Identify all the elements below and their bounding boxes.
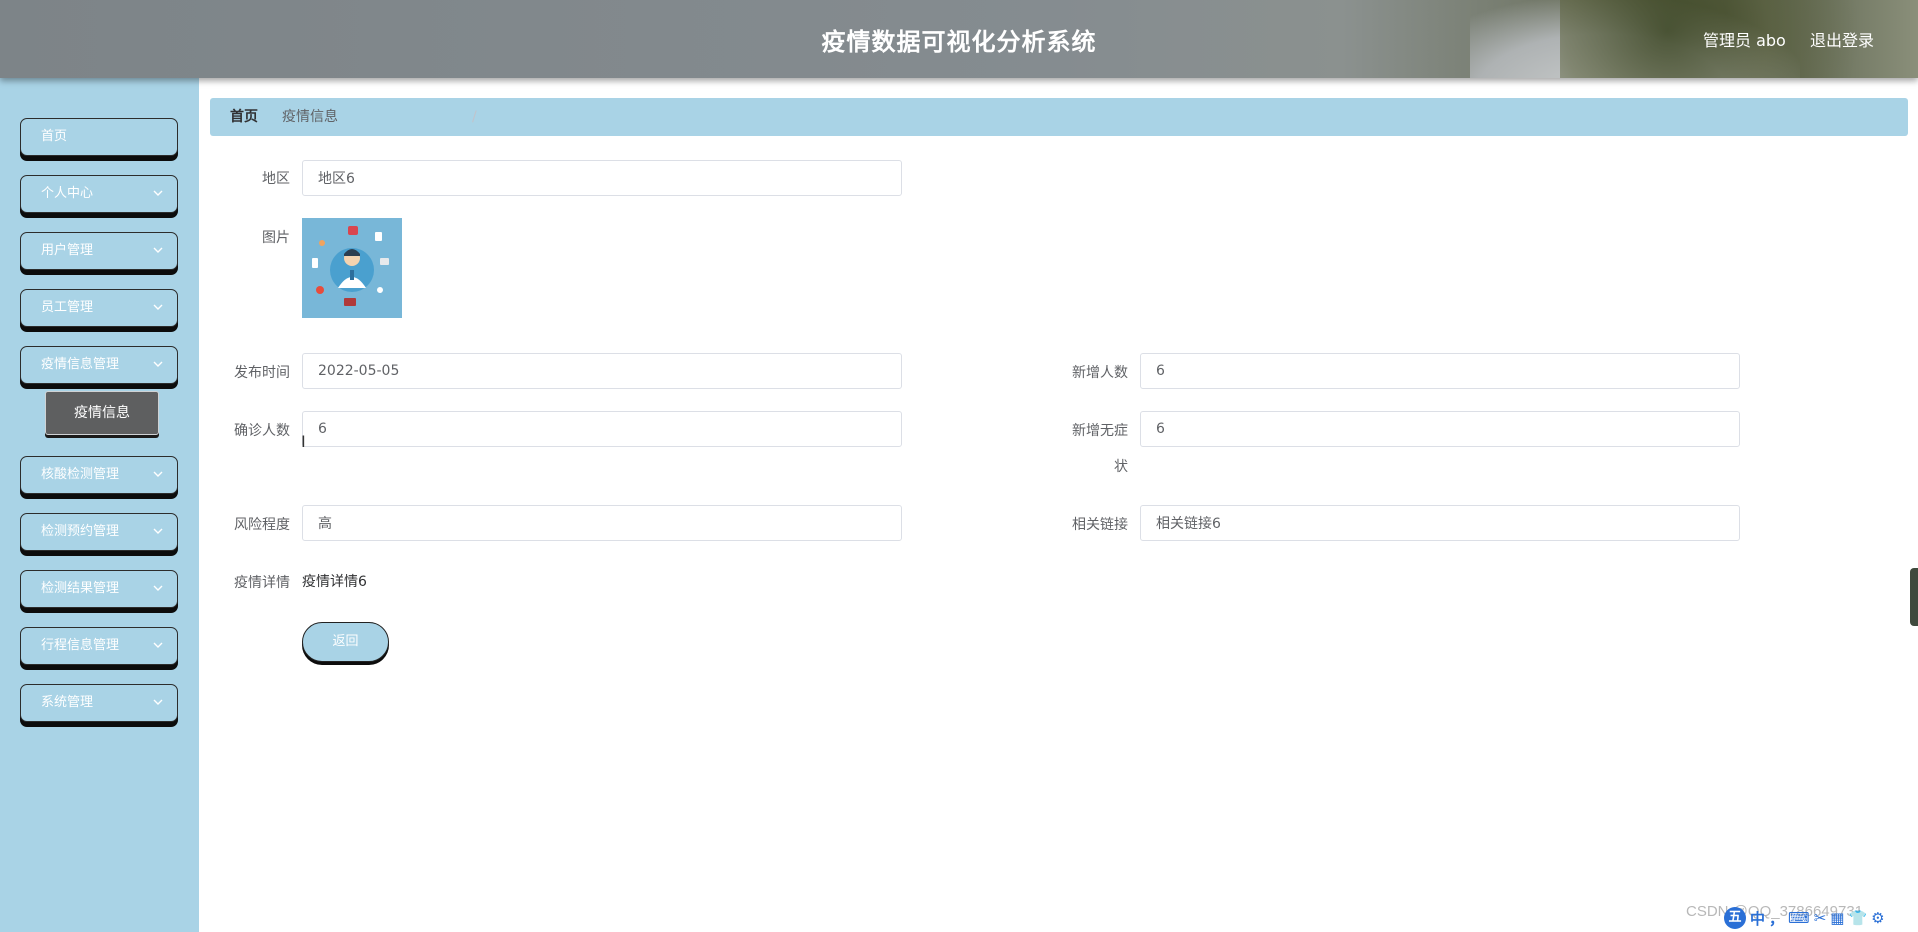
sidebar-item-nucleic-test-management[interactable]: 核酸检测管理 [20,456,178,494]
epidemic-detail-value: 疫情详情6 [302,574,367,590]
current-user-label: 管理员 abo [1703,31,1786,50]
chevron-down-icon [153,699,163,705]
sidebar-item-home[interactable]: 首页 [20,118,178,156]
sidebar-item-personal-center[interactable]: 个人中心 [20,175,178,213]
chevron-down-icon [153,247,163,253]
new-asymptomatic-label: 新增无症 [1072,423,1128,439]
publish-time-label: 发布时间 [234,365,290,381]
new-cases-label: 新增人数 [1072,365,1128,381]
breadcrumb-current: 疫情信息 [282,109,338,125]
sidebar-subitem-epidemic-info[interactable]: 疫情信息 [45,391,159,435]
epidemic-detail-label: 疫情详情 [234,575,290,591]
sidebar-item-label: 个人中心 [41,186,94,201]
sidebar-item-epidemic-info-management[interactable]: 疫情信息管理 [20,346,178,384]
sidebar-item-itinerary-management[interactable]: 行程信息管理 [20,627,178,665]
floating-edge-tab[interactable] [1910,568,1918,626]
breadcrumb: 首页 / 疫情信息 [210,98,1908,136]
text-cursor-icon: I [301,432,306,451]
sidebar-item-label: 检测结果管理 [41,581,120,596]
app-header: 疫情数据可视化分析系统 管理员 abo 退出登录 [0,0,1918,78]
ime-mode-icon[interactable]: 中 [1750,908,1765,929]
app-title: 疫情数据可视化分析系统 [821,28,1097,56]
ime-skin-icon[interactable]: 👕 [1848,909,1867,927]
sidebar-item-label: 系统管理 [41,695,94,710]
logout-link[interactable]: 退出登录 [1810,27,1874,51]
ime-punctuation-icon[interactable]: ， [1769,908,1784,929]
chevron-down-icon [153,585,163,591]
image-label: 图片 [262,230,290,246]
sidebar-item-label: 检测预约管理 [41,524,120,539]
sidebar-item-label: 员工管理 [41,300,94,315]
ime-toolbar[interactable]: 五 中 ， ⌨ ✂ ▦ 👕 ⚙ [1724,906,1885,930]
confirmed-input[interactable] [302,411,902,447]
chevron-down-icon [153,471,163,477]
chevron-down-icon [153,190,163,196]
sidebar-item-system-management[interactable]: 系统管理 [20,684,178,722]
breadcrumb-separator: / [472,109,477,125]
confirmed-label: 确诊人数 [234,423,290,439]
ime-settings-icon[interactable]: ⚙ [1871,909,1884,927]
sidebar-item-staff-management[interactable]: 员工管理 [20,289,178,327]
breadcrumb-home[interactable]: 首页 [230,98,258,136]
risk-level-label: 风险程度 [234,517,290,533]
sidebar-item-label: 行程信息管理 [41,638,120,653]
sidebar-item-label: 首页 [41,129,68,144]
sidebar-item-user-management[interactable]: 用户管理 [20,232,178,270]
epidemic-image [302,218,402,318]
ime-keyboard-icon[interactable]: ⌨ [1788,909,1810,927]
related-link-label: 相关链接 [1072,517,1128,533]
new-cases-input[interactable] [1140,353,1740,389]
sidebar-item-label: 核酸检测管理 [41,467,120,482]
new-asymptomatic-label-wrap: 状 [1114,459,1128,475]
related-link-input[interactable] [1140,505,1740,541]
doctor-illustration-icon [312,226,389,306]
chevron-down-icon [153,642,163,648]
back-button[interactable]: 返回 [302,622,389,662]
region-input[interactable] [302,160,902,196]
ime-logo-icon[interactable]: 五 [1724,907,1746,929]
sidebar-item-test-result-management[interactable]: 检测结果管理 [20,570,178,608]
chevron-down-icon [153,304,163,310]
publish-time-input[interactable] [302,353,902,389]
sidebar-item-label: 疫情信息管理 [41,357,120,372]
new-asymptomatic-input[interactable] [1140,411,1740,447]
region-label: 地区 [262,171,290,187]
sidebar-item-label: 用户管理 [41,243,94,258]
chevron-down-icon [153,361,163,367]
sidebar-item-test-appointment-management[interactable]: 检测预约管理 [20,513,178,551]
chevron-down-icon [153,528,163,534]
ime-scissors-icon[interactable]: ✂ [1814,909,1827,927]
ime-grid-icon[interactable]: ▦ [1830,909,1844,927]
risk-level-input[interactable] [302,505,902,541]
